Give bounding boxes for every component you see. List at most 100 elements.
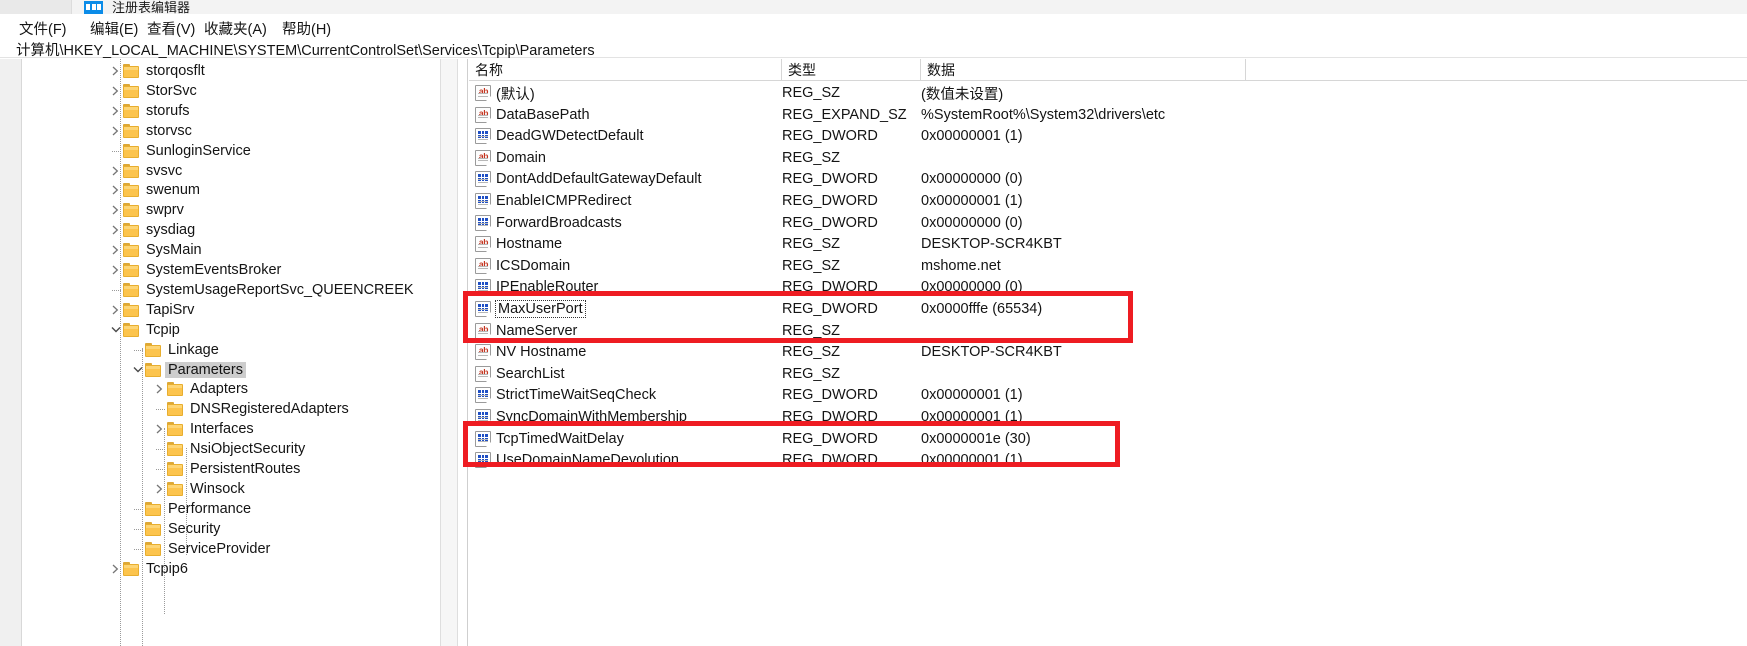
dword-value-icon (475, 430, 491, 447)
registry-value-row[interactable]: ab NV Hostname REG_SZ DESKTOP-SCR4KBT (469, 341, 1747, 363)
value-data-cell: 0x00000000 (0) (921, 214, 1023, 231)
registry-value-row[interactable]: IPEnableRouter REG_DWORD 0x00000000 (0) (469, 276, 1747, 298)
tree-item-storqosflt[interactable]: storqosflt (23, 61, 440, 81)
tree-item-storsvc[interactable]: StorSvc (23, 81, 440, 101)
chevron-right-icon[interactable] (108, 121, 123, 141)
value-name-label: ForwardBroadcasts (496, 214, 622, 231)
column-header-data[interactable]: 数据 (921, 59, 1246, 81)
value-name-label: NV Hostname (496, 344, 587, 361)
value-name-label: ICSDomain (496, 257, 571, 274)
menu-view[interactable]: 查看(V) (144, 17, 198, 40)
chevron-right-icon[interactable] (108, 220, 123, 240)
folder-icon (167, 462, 184, 476)
registry-value-row[interactable]: ab Domain REG_SZ (469, 147, 1747, 169)
tree-item-nsiobjectsecurity[interactable]: NsiObjectSecurity (23, 439, 440, 459)
tree-item-systemusagereportsvc-queencreek[interactable]: SystemUsageReportSvc_QUEENCREEK (23, 280, 440, 300)
value-name-label: MaxUserPort (495, 300, 586, 318)
registry-value-row[interactable]: ForwardBroadcasts REG_DWORD 0x00000000 (0) (469, 212, 1747, 234)
chevron-right-icon[interactable] (108, 260, 123, 280)
value-type-cell: REG_EXPAND_SZ (782, 106, 907, 123)
chevron-right-icon[interactable] (108, 200, 123, 220)
tree-item-adapters[interactable]: Adapters (23, 379, 440, 399)
dword-value-icon (475, 279, 491, 296)
value-name-cell: SyncDomainWithMembership (475, 406, 687, 428)
chevron-right-icon[interactable] (108, 101, 123, 121)
tree-leaf-stub (108, 141, 123, 161)
tree-item-storvsc[interactable]: storvsc (23, 121, 440, 141)
registry-value-row[interactable]: DontAddDefaultGatewayDefault REG_DWORD 0x0… (469, 168, 1747, 190)
registry-key-tree[interactable]: storqosflt StorSvc storufs storvsc SunloginS… (23, 59, 440, 646)
chevron-right-icon[interactable] (108, 61, 123, 81)
chevron-right-icon[interactable] (108, 559, 123, 579)
registry-value-row[interactable]: UseDomainNameDevolution REG_DWORD 0x000000… (469, 449, 1747, 471)
folder-icon (167, 422, 184, 437)
registry-value-row[interactable]: MaxUserPort REG_DWORD 0x0000fffe (65534) (469, 298, 1747, 320)
registry-value-row[interactable]: StrictTimeWaitSeqCheck REG_DWORD 0x0000000… (469, 384, 1747, 406)
tree-item-dnsregisteredadapters[interactable]: DNSRegisteredAdapters (23, 399, 440, 419)
tree-item-serviceprovider[interactable]: ServiceProvider (23, 539, 440, 559)
tree-item-security[interactable]: Security (23, 519, 440, 539)
chevron-right-icon[interactable] (108, 300, 123, 320)
tree-item-tcpip6[interactable]: Tcpip6 (23, 559, 440, 579)
tree-item-tcpip[interactable]: Tcpip (23, 320, 440, 340)
registry-value-row[interactable]: TcpTimedWaitDelay REG_DWORD 0x0000001e (30… (469, 428, 1747, 450)
registry-value-row[interactable]: EnableICMPRedirect REG_DWORD 0x00000001 (1… (469, 190, 1747, 212)
tree-item-performance[interactable]: Performance (23, 499, 440, 519)
menu-favorites[interactable]: 收藏夹(A) (201, 17, 270, 40)
tree-item-sysmain[interactable]: SysMain (23, 240, 440, 260)
value-name-label: Hostname (496, 236, 563, 253)
registry-value-row[interactable]: ab Hostname REG_SZ DESKTOP-SCR4KBT (469, 233, 1747, 255)
chevron-down-icon[interactable] (108, 320, 123, 340)
value-type-cell: REG_DWORD (782, 387, 878, 404)
chevron-right-icon[interactable] (152, 419, 167, 439)
value-name-label: UseDomainNameDevolution (496, 452, 679, 469)
tree-item-interfaces[interactable]: Interfaces (23, 419, 440, 439)
pane-splitter[interactable] (440, 59, 458, 646)
menu-help[interactable]: 帮助(H) (279, 17, 334, 40)
column-header-name[interactable]: 名称 (469, 59, 782, 81)
dword-value-icon (475, 452, 491, 469)
string-value-icon: ab (475, 257, 491, 274)
title-bar: 注册表编辑器 (0, 0, 1747, 14)
tree-item-sysdiag[interactable]: sysdiag (23, 220, 440, 240)
chevron-right-icon[interactable] (152, 479, 167, 499)
registry-value-row[interactable]: ab SearchList REG_SZ (469, 363, 1747, 385)
value-type-cell: REG_DWORD (782, 430, 878, 447)
chevron-right-icon[interactable] (108, 240, 123, 260)
folder-icon (145, 541, 162, 556)
registry-value-row[interactable]: SyncDomainWithMembership REG_DWORD 0x00000… (469, 406, 1747, 428)
registry-value-row[interactable]: ab NameServer REG_SZ (469, 320, 1747, 342)
menu-file[interactable]: 文件(F) (16, 17, 70, 40)
tree-item-systemeventsbroker[interactable]: SystemEventsBroker (23, 260, 440, 280)
registry-value-row[interactable]: ab (默认) REG_SZ (数值未设置) (469, 82, 1747, 104)
tree-item-tapisrv[interactable]: TapiSrv (23, 300, 440, 320)
tree-item-sunloginservice[interactable]: SunloginService (23, 141, 440, 161)
chevron-right-icon[interactable] (152, 379, 167, 399)
chevron-down-icon[interactable] (130, 360, 145, 380)
value-name-cell: EnableICMPRedirect (475, 190, 631, 212)
value-type-cell: REG_DWORD (782, 409, 878, 425)
chevron-right-icon[interactable] (108, 81, 123, 101)
tree-item-label: DNSRegisteredAdapters (190, 401, 349, 418)
menu-edit[interactable]: 编辑(E) (87, 17, 141, 40)
tree-item-parameters[interactable]: Parameters (23, 360, 440, 380)
chevron-right-icon[interactable] (108, 180, 123, 200)
registry-value-row[interactable]: DeadGWDetectDefault REG_DWORD 0x00000001 (… (469, 125, 1747, 147)
tree-item-swenum[interactable]: swenum (23, 180, 440, 200)
registry-value-row[interactable]: ab ICSDomain REG_SZ mshome.net (469, 255, 1747, 277)
address-bar[interactable]: 计算机\HKEY_LOCAL_MACHINE\SYSTEM\CurrentCon… (0, 38, 1747, 59)
tree-item-svsvc[interactable]: svsvc (23, 161, 440, 181)
folder-icon (145, 362, 162, 377)
column-header-type[interactable]: 类型 (782, 59, 921, 81)
registry-value-row[interactable]: ab DataBasePath REG_EXPAND_SZ %SystemRoot%\… (469, 104, 1747, 126)
value-name-cell: DeadGWDetectDefault (475, 125, 643, 147)
tree-item-persistentroutes[interactable]: PersistentRoutes (23, 459, 440, 479)
left-gutter (0, 59, 22, 646)
tree-item-winsock[interactable]: Winsock (23, 479, 440, 499)
tree-item-storufs[interactable]: storufs (23, 101, 440, 121)
chevron-right-icon[interactable] (108, 161, 123, 181)
folder-icon (123, 163, 140, 178)
tree-item-linkage[interactable]: Linkage (23, 340, 440, 360)
folder-icon (123, 263, 140, 277)
tree-item-swprv[interactable]: swprv (23, 200, 440, 220)
